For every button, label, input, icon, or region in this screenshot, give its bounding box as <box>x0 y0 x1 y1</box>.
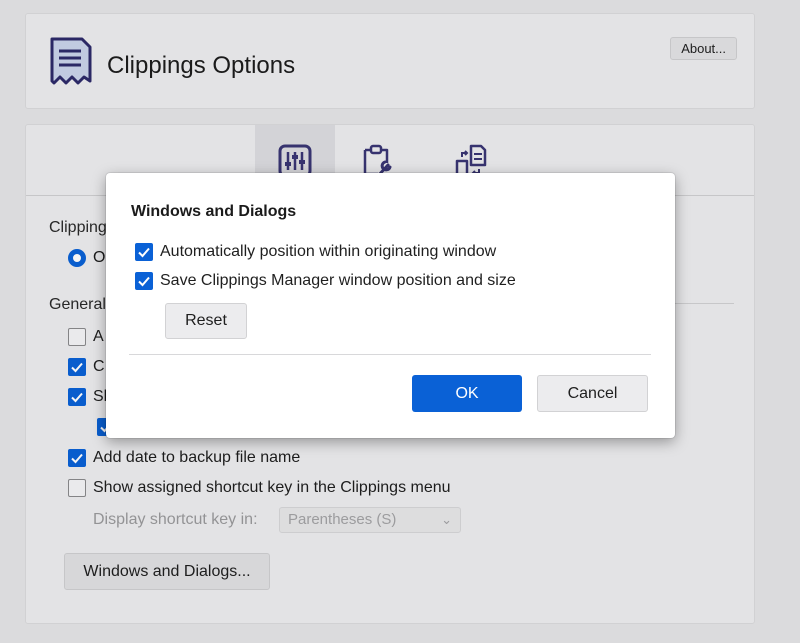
dialog-title: Windows and Dialogs <box>131 203 297 220</box>
cancel-button[interactable]: Cancel <box>537 375 648 412</box>
save-window-position-label: Save Clippings Manager window position a… <box>160 272 516 289</box>
auto-position-checkbox[interactable] <box>135 243 153 261</box>
ok-button[interactable]: OK <box>412 375 522 412</box>
checkmark-icon <box>138 247 150 258</box>
save-window-position-checkbox[interactable] <box>135 272 153 290</box>
windows-dialogs-modal: Windows and Dialogs Automatically positi… <box>106 173 675 438</box>
reset-button[interactable]: Reset <box>165 303 247 339</box>
auto-position-label: Automatically position within originatin… <box>160 243 497 260</box>
checkmark-icon <box>138 276 150 287</box>
dialog-divider <box>129 354 651 355</box>
